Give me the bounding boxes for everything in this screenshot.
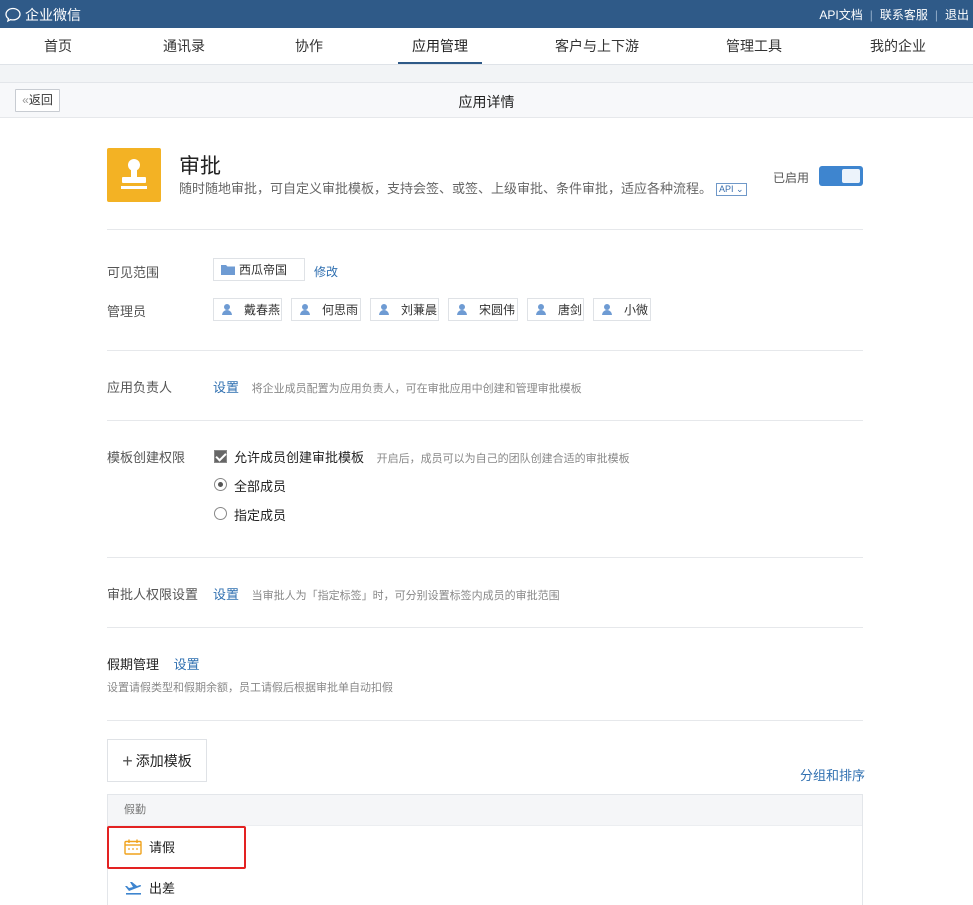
admin-name: 小微	[624, 303, 649, 317]
tab-my-company[interactable]: 我的企业	[870, 28, 926, 65]
link-separator: |	[934, 7, 938, 22]
admin-chip[interactable]: 何思雨	[291, 298, 361, 321]
logout-link[interactable]: 退出	[945, 6, 969, 23]
owner-row: 设置 将企业成员配置为应用负责人，可在审批应用中创建和管理审批模板	[213, 377, 582, 396]
status-label: 已启用	[773, 171, 810, 185]
divider	[107, 627, 863, 628]
admin-name: 宋圆伟	[479, 303, 516, 317]
leave-management-label: 假期管理	[107, 657, 160, 672]
admin-chip[interactable]: 唐剑	[527, 298, 584, 321]
chat-bubble-icon	[5, 7, 21, 23]
edit-visibility-link[interactable]: 修改	[314, 263, 338, 280]
admin-chip[interactable]: 宋圆伟	[448, 298, 518, 321]
tab-customers[interactable]: 客户与上下游	[555, 28, 639, 65]
divider	[107, 350, 863, 351]
brand-name: 企业微信	[25, 7, 81, 23]
all-members-radio[interactable]	[214, 478, 227, 491]
stamp-icon	[121, 159, 147, 189]
visibility-chip: 西瓜帝国	[213, 258, 305, 281]
tab-management-tools[interactable]: 管理工具	[726, 28, 782, 65]
approver-permission-row: 设置 当审批人为「指定标签」时，可分别设置标签内成员的审批范围	[213, 584, 560, 603]
person-icon	[457, 304, 467, 315]
owner-hint: 将企业成员配置为应用负责人，可在审批应用中创建和管理审批模板	[251, 383, 582, 395]
link-separator: |	[869, 7, 873, 22]
folder-icon	[221, 265, 235, 275]
app-description: 随时随地审批，可自定义审批模板，支持会签、或签、上级审批、条件审批，适应各种流程…	[179, 178, 747, 197]
allow-create-template-checkbox[interactable]	[214, 450, 227, 463]
admins-label: 管理员	[107, 304, 147, 319]
approver-permission-hint: 当审批人为「指定标签」时，可分别设置标签内成员的审批范围	[251, 590, 560, 602]
api-tag-label: API	[719, 184, 734, 194]
allow-create-template-label[interactable]: 允许成员创建审批模板	[234, 450, 364, 465]
admin-name: 刘蒹晨	[401, 303, 438, 317]
approver-permission-label: 审批人权限设置	[107, 587, 199, 602]
approver-settings-link[interactable]: 设置	[213, 587, 239, 602]
tab-home[interactable]: 首页	[44, 28, 72, 65]
person-icon	[222, 304, 232, 315]
template-group-header: 假勤	[108, 795, 862, 826]
visibility-value: 西瓜帝国	[239, 263, 288, 277]
support-link[interactable]: 联系客服	[880, 6, 928, 23]
admin-name: 何思雨	[322, 303, 359, 317]
api-tag[interactable]: API ⌄	[716, 183, 747, 196]
brand-logo[interactable]: 企业微信	[4, 5, 81, 25]
add-template-label: 添加模板	[135, 752, 192, 769]
template-item-business-trip[interactable]: 出差	[124, 878, 175, 897]
template-permission-hint: 开启后，成员可以为自己的团队创建合适的审批模板	[376, 453, 630, 465]
template-item-label: 出差	[149, 881, 176, 896]
top-bar: 企业微信 API文档 | 联系客服 | 退出	[0, 0, 973, 28]
owner-label: 应用负责人	[107, 380, 173, 395]
sub-header: «返回 应用详情	[0, 83, 973, 118]
template-permission-row: 允许成员创建审批模板 开启后，成员可以为自己的团队创建合适的审批模板	[234, 447, 630, 466]
admin-chip[interactable]: 戴春燕	[213, 298, 282, 321]
api-docs-link[interactable]: API文档	[819, 6, 862, 23]
app-icon	[107, 148, 161, 202]
top-links: API文档 | 联系客服 | 退出	[819, 6, 969, 23]
app-name: 审批	[179, 155, 221, 178]
add-template-button[interactable]: + 添加模板	[107, 739, 207, 782]
person-icon	[536, 304, 546, 315]
divider	[107, 229, 863, 230]
admin-chip[interactable]: 刘蒹晨	[370, 298, 439, 321]
tab-collaboration[interactable]: 协作	[295, 28, 323, 65]
airplane-icon	[125, 881, 142, 895]
plus-icon: +	[122, 750, 133, 771]
admin-chip[interactable]: 小微	[593, 298, 651, 321]
page-title: 应用详情	[458, 94, 515, 110]
toggle-knob	[842, 169, 860, 183]
admin-name: 唐剑	[558, 303, 583, 317]
tab-app-management[interactable]: 应用管理	[398, 28, 482, 65]
admin-name: 戴春燕	[244, 303, 281, 317]
divider	[107, 557, 863, 558]
divider	[107, 420, 863, 421]
template-permission-label: 模板创建权限	[107, 450, 186, 465]
enable-toggle[interactable]	[819, 166, 863, 186]
chevron-down-icon: ⌄	[736, 184, 744, 194]
leave-management-hint: 设置请假类型和假期余额，员工请假后根据审批单自动扣假	[107, 682, 393, 694]
person-icon	[602, 304, 612, 315]
specific-members-label[interactable]: 指定成员	[234, 505, 286, 524]
tab-contacts[interactable]: 通讯录	[163, 28, 205, 65]
person-icon	[300, 304, 310, 315]
app-description-text: 随时随地审批，可自定义审批模板，支持会签、或签、上级审批、条件审批，适应各种流程…	[179, 181, 713, 196]
specific-members-radio[interactable]	[214, 507, 227, 520]
leave-management-row: 假期管理 设置	[107, 654, 200, 673]
group-sort-link[interactable]: 分组和排序	[800, 765, 865, 784]
all-members-label[interactable]: 全部成员	[234, 476, 286, 495]
selection-highlight	[107, 826, 246, 869]
leave-settings-link[interactable]: 设置	[174, 657, 200, 672]
main-nav: 首页 通讯录 协作 应用管理 客户与上下游 管理工具 我的企业	[0, 28, 973, 65]
owner-settings-link[interactable]: 设置	[213, 380, 239, 395]
visibility-label: 可见范围	[107, 265, 160, 280]
divider	[107, 720, 863, 721]
person-icon	[379, 304, 389, 315]
